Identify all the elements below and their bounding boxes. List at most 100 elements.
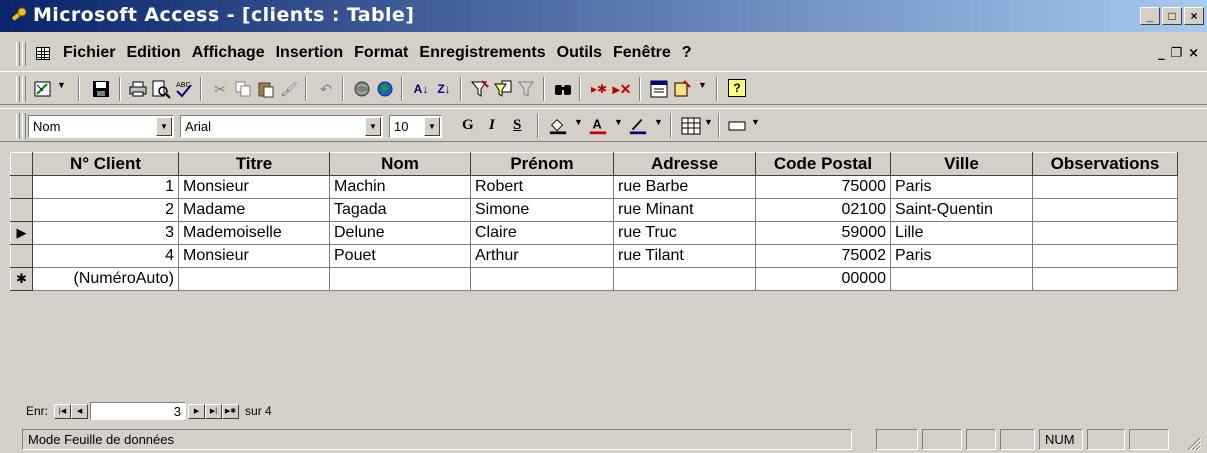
cell-nom[interactable]: Delune bbox=[329, 221, 471, 245]
mdi-restore-button[interactable]: ❐ bbox=[1170, 46, 1182, 61]
cell-titre[interactable] bbox=[178, 267, 330, 291]
web-toolbar-icon[interactable] bbox=[375, 79, 395, 99]
copy-icon[interactable] bbox=[233, 79, 253, 99]
cell-prenom[interactable]: Claire bbox=[470, 221, 614, 245]
field-combo[interactable]: Nom ▼ bbox=[28, 115, 174, 138]
menu-help[interactable]: ? bbox=[682, 44, 692, 62]
apply-filter-icon[interactable] bbox=[516, 79, 536, 99]
help-icon[interactable]: ? bbox=[728, 79, 746, 97]
font-color-dropdown-icon[interactable]: ▼ bbox=[614, 117, 623, 127]
chevron-down-icon[interactable]: ▼ bbox=[365, 117, 381, 136]
font-size-combo[interactable]: 10 ▼ bbox=[389, 115, 442, 138]
toolbar-grip[interactable] bbox=[16, 76, 20, 102]
first-record-button[interactable]: |◀ bbox=[54, 403, 72, 419]
underline-button[interactable]: S bbox=[513, 117, 521, 134]
menu-insertion[interactable]: Insertion bbox=[276, 44, 344, 62]
cell-n-client[interactable]: 2 bbox=[32, 198, 179, 222]
filter-by-form-icon[interactable] bbox=[493, 79, 513, 99]
mdi-minimize-button[interactable]: _ bbox=[1158, 46, 1165, 61]
table-window-icon[interactable] bbox=[36, 47, 50, 60]
special-effect-dropdown-icon[interactable]: ▼ bbox=[751, 117, 760, 127]
save-icon[interactable] bbox=[91, 79, 111, 99]
format-painter-icon[interactable]: 🖌 bbox=[279, 79, 299, 99]
gridlines-icon[interactable] bbox=[681, 116, 701, 136]
column-header-titre[interactable]: Titre bbox=[178, 152, 330, 176]
line-color-dropdown-icon[interactable]: ▼ bbox=[654, 117, 663, 127]
cell-prenom[interactable] bbox=[470, 267, 614, 291]
next-record-button[interactable]: ▶ bbox=[188, 403, 206, 419]
column-header-ville[interactable]: Ville bbox=[890, 152, 1033, 176]
cell-adresse[interactable]: rue Minant bbox=[613, 198, 756, 222]
special-effect-icon[interactable] bbox=[727, 116, 747, 136]
select-all-corner[interactable] bbox=[10, 152, 33, 176]
cell-n-client[interactable]: 3 bbox=[32, 221, 179, 245]
cell-ville[interactable]: Paris bbox=[890, 244, 1033, 268]
column-header-observations[interactable]: Observations bbox=[1032, 152, 1178, 176]
menu-outils[interactable]: Outils bbox=[557, 44, 602, 62]
cell-observations[interactable] bbox=[1032, 175, 1178, 199]
column-header-n-client[interactable]: N° Client bbox=[32, 152, 179, 176]
cell-code-postal[interactable]: 00000 bbox=[755, 267, 891, 291]
cell-observations[interactable] bbox=[1032, 221, 1178, 245]
cell-observations[interactable] bbox=[1032, 267, 1178, 291]
cell-prenom[interactable]: Simone bbox=[470, 198, 614, 222]
cell-prenom[interactable]: Arthur bbox=[470, 244, 614, 268]
mdi-close-button[interactable]: × bbox=[1188, 46, 1199, 61]
italic-button[interactable]: I bbox=[489, 117, 495, 134]
cell-prenom[interactable]: Robert bbox=[470, 175, 614, 199]
view-dropdown-icon[interactable]: ▼ bbox=[57, 80, 66, 90]
line-color-icon[interactable] bbox=[628, 116, 648, 136]
column-header-code-postal[interactable]: Code Postal bbox=[755, 152, 891, 176]
cell-adresse[interactable]: rue Tilant bbox=[613, 244, 756, 268]
undo-icon[interactable]: ↶ bbox=[316, 79, 336, 99]
cell-ville[interactable]: Saint-Quentin bbox=[890, 198, 1033, 222]
menu-enregistrements[interactable]: Enregistrements bbox=[419, 44, 545, 62]
previous-record-button[interactable]: ◀ bbox=[71, 403, 89, 419]
menu-affichage[interactable]: Affichage bbox=[192, 44, 265, 62]
toolbar-grip[interactable] bbox=[16, 113, 20, 139]
menu-format[interactable]: Format bbox=[354, 44, 408, 62]
table-row[interactable]: 2 Madame Tagada Simone rue Minant 02100 … bbox=[10, 198, 1178, 222]
cell-nom[interactable]: Tagada bbox=[329, 198, 471, 222]
resize-grip-icon[interactable] bbox=[1185, 435, 1201, 451]
new-record-indicator[interactable]: ✱ bbox=[10, 267, 33, 291]
minimize-button[interactable]: _ bbox=[1140, 7, 1160, 25]
cell-ville[interactable] bbox=[890, 267, 1033, 291]
sort-ascending-icon[interactable]: A↓ bbox=[411, 79, 431, 99]
record-selector[interactable] bbox=[10, 175, 33, 199]
cell-ville[interactable]: Paris bbox=[890, 175, 1033, 199]
print-icon[interactable] bbox=[128, 79, 148, 99]
table-row[interactable]: 1 Monsieur Machin Robert rue Barbe 75000… bbox=[10, 175, 1178, 199]
new-object-dropdown-icon[interactable]: ▼ bbox=[698, 80, 707, 90]
cell-adresse[interactable] bbox=[613, 267, 756, 291]
spelling-icon[interactable]: ABC bbox=[174, 79, 194, 99]
record-selector[interactable] bbox=[10, 198, 33, 222]
font-combo[interactable]: Arial ▼ bbox=[180, 115, 383, 138]
cell-n-client[interactable]: 4 bbox=[32, 244, 179, 268]
cell-observations[interactable] bbox=[1032, 198, 1178, 222]
fill-color-dropdown-icon[interactable]: ▼ bbox=[574, 117, 583, 127]
cell-adresse[interactable]: rue Barbe bbox=[613, 175, 756, 199]
record-number-input[interactable]: 3 bbox=[90, 402, 187, 420]
find-icon[interactable] bbox=[553, 79, 573, 99]
cell-nom[interactable]: Machin bbox=[329, 175, 471, 199]
font-color-icon[interactable]: A bbox=[588, 116, 608, 136]
menu-edition[interactable]: Edition bbox=[126, 44, 180, 62]
new-object-icon[interactable] bbox=[672, 79, 692, 99]
menu-fenetre[interactable]: Fenêtre bbox=[613, 44, 671, 62]
delete-record-icon[interactable]: ▸✕ bbox=[612, 79, 632, 99]
cell-code-postal[interactable]: 75002 bbox=[755, 244, 891, 268]
cell-n-client[interactable]: 1 bbox=[32, 175, 179, 199]
chevron-down-icon[interactable]: ▼ bbox=[156, 117, 172, 136]
properties-icon[interactable] bbox=[649, 79, 669, 99]
cell-observations[interactable] bbox=[1032, 244, 1178, 268]
record-selector[interactable] bbox=[10, 244, 33, 268]
maximize-button[interactable]: □ bbox=[1162, 7, 1182, 25]
last-record-button[interactable]: ▶| bbox=[205, 403, 223, 419]
cell-code-postal[interactable]: 75000 bbox=[755, 175, 891, 199]
sort-descending-icon[interactable]: Z↓ bbox=[434, 79, 454, 99]
filter-by-selection-icon[interactable] bbox=[470, 79, 490, 99]
cell-n-client[interactable]: (NuméroAuto) bbox=[32, 267, 179, 291]
gridlines-dropdown-icon[interactable]: ▼ bbox=[704, 117, 713, 127]
column-header-nom[interactable]: Nom bbox=[329, 152, 471, 176]
